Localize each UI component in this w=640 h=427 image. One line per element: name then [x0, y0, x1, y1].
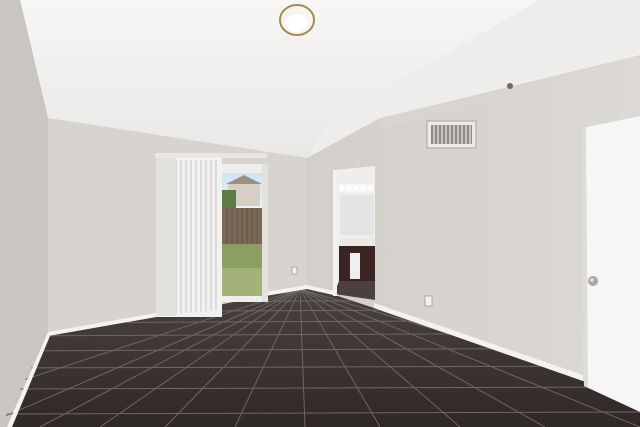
tree [222, 190, 236, 210]
room-photo [0, 0, 640, 427]
closet-door [582, 116, 640, 412]
doorway-trim-left [333, 170, 337, 296]
room-illustration [0, 0, 640, 427]
blinds-shadow [156, 158, 176, 316]
door-knob-highlight [590, 278, 594, 282]
blinds-headrail [155, 153, 267, 158]
bathroom-mirror [340, 195, 374, 235]
lawn-light [222, 268, 263, 296]
vanity-counter [339, 238, 375, 246]
outlet-icon [424, 295, 433, 307]
vanity-opening [350, 253, 360, 279]
outlet-icon [291, 266, 298, 275]
ceiling-light-glow [286, 14, 308, 32]
smoke-detector [507, 83, 513, 89]
door-frame-edge [262, 164, 268, 302]
